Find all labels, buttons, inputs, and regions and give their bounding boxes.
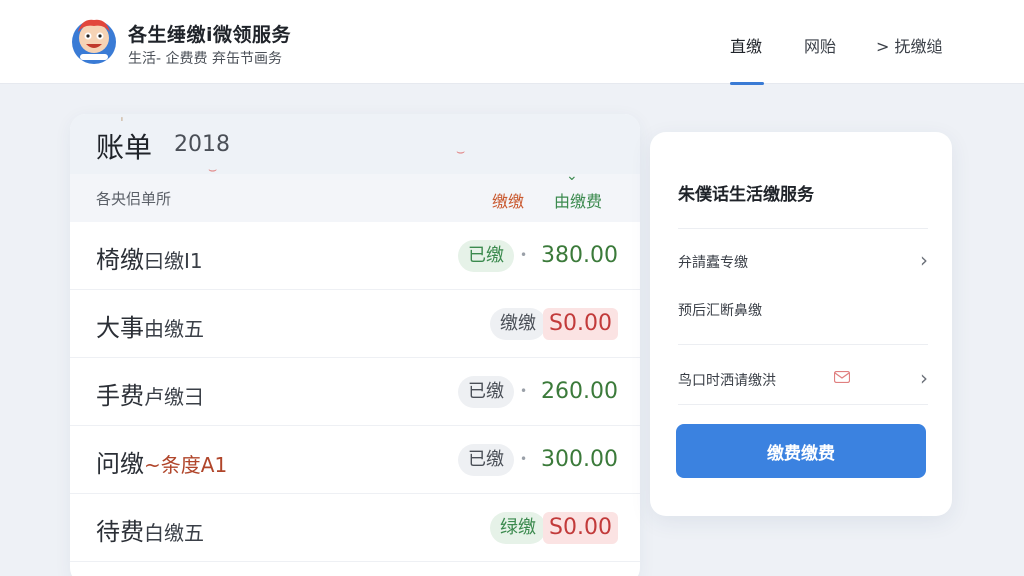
- bill-row[interactable]: 问缴~条度A1 已缴 • 300.00: [70, 426, 640, 494]
- service-item-label: 预后汇断鼻缴: [678, 303, 762, 319]
- nav-tab-direct-pay[interactable]: 直缴: [730, 33, 762, 57]
- status-badge: 缴缴: [490, 308, 546, 340]
- bill-row-name-main: 椅缴: [96, 246, 144, 274]
- bill-amount: 380.00: [541, 243, 618, 268]
- bill-header: [70, 114, 640, 174]
- bill-row-name: 手费卢缴彐: [96, 376, 204, 411]
- separator-dot: •: [520, 384, 528, 398]
- bill-row-name-sub: 曰缴I1: [144, 249, 203, 273]
- bill-row-name-sub: 卢缴彐: [144, 385, 204, 409]
- envelope-icon: [834, 371, 850, 383]
- bill-row-name: 问缴~条度A1: [96, 444, 227, 479]
- tick-decoration-icon: ˈ: [120, 116, 124, 132]
- nav-tab-more[interactable]: > 抚缴缒: [876, 33, 943, 57]
- check-icon: ⌄: [566, 168, 578, 184]
- bill-amount: 300.00: [541, 447, 618, 472]
- service-item-label: 鸟口时洒请缴洪: [678, 373, 776, 389]
- status-badge: 绿缴: [490, 512, 546, 544]
- brand-title: 各生缍缴i微领服务: [128, 24, 292, 46]
- mascot-logo-icon[interactable]: [68, 14, 120, 66]
- divider: [678, 344, 928, 345]
- pay-button[interactable]: 缴费缴费: [676, 424, 926, 478]
- bill-year: 2018: [174, 132, 230, 157]
- service-card: 朱僕话生活缴服务 弁請蠹专缴 › 预后汇断鼻缴 鸟口时洒请缴洪 › 缴费缴费: [650, 132, 952, 516]
- bill-row-name: 椅缴曰缴I1: [96, 240, 203, 275]
- service-item-label: 弁請蠹专缴: [678, 255, 748, 271]
- bill-row-name: 大事由缴五: [96, 308, 204, 343]
- chevron-right-icon: ›: [920, 366, 928, 390]
- bill-row-name-sub: ~条度A1: [144, 453, 228, 477]
- service-card-title: 朱僕话生活缴服务: [678, 185, 814, 205]
- divider: [678, 228, 928, 229]
- status-badge: 已缴: [458, 240, 514, 272]
- smile-decoration-icon: ⌣: [456, 144, 466, 160]
- bill-row-name-main: 手费: [96, 382, 144, 410]
- bill-row-name-sub: 白缴五: [144, 521, 204, 545]
- bill-row[interactable]: 大事由缴五 缴缴 S0.00: [70, 290, 640, 358]
- bill-row-name-main: 问缴: [96, 450, 144, 478]
- separator-dot: •: [520, 452, 528, 466]
- bill-row[interactable]: 待费白缴五 绿缴 S0.00: [70, 494, 640, 562]
- top-bar: 各生缍缴i微领服务 生活- 企费费 弃缶节画务 直缴 网贻 > 抚缴缒: [0, 0, 1024, 85]
- bill-amount: S0.00: [543, 308, 618, 340]
- bill-row-name-main: 待费: [96, 518, 144, 546]
- column-label-amount[interactable]: 由缴费: [554, 188, 602, 212]
- active-tab-indicator: [730, 82, 764, 85]
- divider: [678, 404, 928, 405]
- bill-row[interactable]: 椅缴曰缴I1 已缴 • 380.00: [70, 222, 640, 290]
- bill-row-name-sub: 由缴五: [144, 317, 204, 341]
- bill-panel: 账单 2018 ˈ ⌣ ⌣ 各央侣单所 缴缴 ⌄ 由缴费 椅缴曰缴I1 已缴 •…: [70, 114, 640, 576]
- brand-subtitle: 生活- 企费费 弃缶节画务: [128, 51, 282, 67]
- bill-amount: 260.00: [541, 379, 618, 404]
- status-badge: 已缴: [458, 376, 514, 408]
- column-label-item: 各央侣单所: [96, 190, 172, 208]
- bill-row-name: 待费白缴五: [96, 512, 204, 547]
- separator-dot: •: [520, 248, 528, 262]
- service-item-prepay[interactable]: 预后汇断鼻缴: [678, 296, 928, 324]
- chevron-right-icon: ›: [920, 248, 928, 272]
- bill-row[interactable]: 手费卢缴彐 已缴 • 260.00: [70, 358, 640, 426]
- bill-row-name-main: 大事: [96, 314, 144, 342]
- status-badge: 已缴: [458, 444, 514, 476]
- service-item-special[interactable]: 弁請蠹专缴 ›: [678, 248, 928, 276]
- column-label-status[interactable]: 缴缴: [492, 188, 524, 212]
- bill-amount: S0.00: [543, 512, 618, 544]
- nav-tab-online[interactable]: 网贻: [804, 33, 836, 57]
- service-item-timely[interactable]: 鸟口时洒请缴洪 ›: [678, 366, 928, 394]
- bill-title: 账单: [96, 131, 153, 164]
